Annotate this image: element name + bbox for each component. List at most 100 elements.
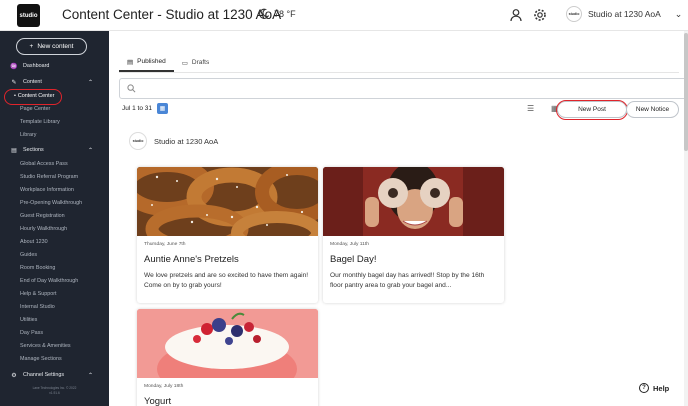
user-icon[interactable] — [509, 8, 523, 22]
sidebar-item-section[interactable]: Global Access Pass — [0, 158, 109, 170]
plus-icon: + — [29, 43, 34, 50]
sidebar-item-section[interactable]: Studio Referral Program — [0, 171, 109, 183]
chevron-up-icon: ⌃ — [87, 372, 93, 379]
pretzels-image — [137, 167, 318, 236]
sidebar-item-section[interactable]: Workplace Information — [0, 184, 109, 196]
sidebar-item-label: Global Access Pass — [20, 161, 68, 167]
sidebar-item-section[interactable]: About 1230 — [0, 236, 109, 248]
post-title: Bagel Day! — [330, 254, 377, 265]
post-date: Monday, July 11th — [330, 242, 369, 247]
sidebar-item-section[interactable]: Guest Registration — [0, 210, 109, 222]
sidebar-section-sections[interactable]: ▤ Sections ⌃ — [0, 144, 109, 156]
sidebar-item-library[interactable]: Library — [0, 129, 109, 141]
copyright: Lane Technologies Inc. © 2022 v1.91.6 — [0, 386, 109, 395]
search-bar[interactable] — [119, 78, 688, 99]
sidebar-item-section[interactable]: Services & Amenities — [0, 340, 109, 352]
list-view-icon[interactable]: ☰ — [527, 104, 534, 113]
sidebar-item-label: Guest Registration — [20, 213, 65, 219]
date-range-text: Jul 1 to 31 — [122, 105, 152, 112]
chevron-up-icon: ⌃ — [87, 79, 93, 86]
moon-icon — [259, 8, 269, 19]
post-image — [137, 309, 318, 378]
sidebar-section-channel-settings[interactable]: ⚙ Channel Settings ⌃ — [0, 369, 109, 381]
post-image — [323, 167, 504, 236]
calendar-icon[interactable]: ▦ — [157, 103, 168, 114]
search-input[interactable] — [140, 85, 640, 92]
channel-name: Studio at 1230 AoA — [154, 136, 219, 146]
sidebar-item-section[interactable]: Pre-Opening Walkthrough — [0, 197, 109, 209]
post-excerpt: We love pretzels and are so excited to h… — [144, 272, 309, 289]
search-icon — [127, 84, 136, 93]
scrollbar-thumb[interactable] — [684, 33, 688, 151]
top-bar: studio Content Center - Studio at 1230 A… — [0, 0, 688, 31]
new-notice-button[interactable]: New Notice — [626, 101, 679, 118]
post-card[interactable]: Thursday, June 7th Auntie Anne's Pretzel… — [137, 167, 318, 303]
post-card[interactable]: Monday, July 18th Yogurt — [137, 309, 318, 406]
sidebar-item-label: Workplace Information — [20, 187, 74, 193]
sidebar-item-label: Page Center — [20, 106, 51, 112]
sidebar-item-template-library[interactable]: Template Library — [0, 116, 109, 128]
sidebar-section-content[interactable]: ✎ Content ⌃ — [0, 76, 109, 88]
tab-published[interactable]: ▤ Published — [119, 53, 174, 72]
sidebar-item-label: Services & Amenities — [20, 343, 71, 349]
post-title: Yogurt — [144, 396, 172, 406]
sidebar-item-section[interactable]: Day Pass — [0, 327, 109, 339]
channel-avatar: studio — [129, 132, 147, 150]
tab-divider — [119, 72, 679, 73]
post-card[interactable]: Monday, July 11th Bagel Day! Our monthly… — [323, 167, 504, 303]
sidebar-item-dashboard[interactable]: ♒ Dashboard — [0, 60, 109, 72]
sidebar-item-label: Help & Support — [20, 291, 57, 297]
dashboard-icon: ♒ — [10, 63, 18, 70]
sidebar-item-section[interactable]: Help & Support — [0, 288, 109, 300]
card-body: Thursday, June 7th Auntie Anne's Pretzel… — [137, 236, 318, 297]
sidebar-item-section[interactable]: Utilities — [0, 314, 109, 326]
tab-label: Published — [137, 58, 166, 65]
help-label: Help — [653, 383, 670, 393]
sidebar-item-label: Room Booking — [20, 265, 56, 271]
chevron-down-icon: ⌄ — [674, 8, 683, 19]
highlight-annotation — [4, 89, 62, 105]
new-post-button[interactable]: New Post — [557, 101, 627, 118]
sidebar-item-section[interactable]: Hourly Walkthrough — [0, 223, 109, 235]
weather-widget: 78 °F — [258, 8, 296, 19]
sidebar-item-label: Library — [20, 132, 37, 138]
channel-group-header: studio Studio at 1230 AoA — [129, 132, 218, 150]
version-text: v1.91.6 — [49, 390, 60, 395]
yogurt-image — [137, 309, 318, 378]
post-date: Monday, July 18th — [144, 384, 184, 389]
sidebar-item-label: Internal Studio — [20, 304, 55, 310]
sidebar-item-manage-sections[interactable]: Manage Sections — [0, 353, 109, 365]
sidebar-item-label: Utilities — [20, 317, 38, 323]
edit-icon: ✎ — [11, 79, 17, 86]
temperature: 78 °F — [274, 8, 296, 19]
sidebar-item-section[interactable]: Guides — [0, 249, 109, 261]
sidebar-item-label: Guides — [20, 252, 38, 258]
draft-icon: ▭ — [181, 59, 188, 67]
post-date: Thursday, June 7th — [144, 242, 186, 247]
sidebar-item-label: Manage Sections — [20, 356, 62, 362]
chevron-up-icon: ⌃ — [87, 147, 93, 154]
sidebar-item-label: Studio Referral Program — [20, 174, 79, 180]
sidebar-item-section[interactable]: End of Day Walkthrough — [0, 275, 109, 287]
sidebar-item-label: Content — [23, 79, 42, 85]
page-title: Content Center - Studio at 1230 AoA — [62, 7, 282, 22]
tab-drafts[interactable]: ▭ Drafts — [174, 53, 218, 72]
gear-icon[interactable] — [533, 8, 547, 22]
sidebar-item-section[interactable]: Internal Studio — [0, 301, 109, 313]
gear-icon: ⚙ — [11, 372, 17, 379]
sidebar-item-label: Dashboard — [23, 63, 50, 69]
new-content-button[interactable]: + New content — [16, 38, 87, 55]
date-range: Jul 1 to 31 ▦ — [122, 103, 168, 114]
book-icon: ▤ — [11, 147, 17, 154]
sidebar: + New content ♒ Dashboard ✎ Content ⌃ • … — [0, 31, 109, 406]
tab-bar: ▤ Published ▭ Drafts — [119, 53, 217, 72]
account-avatar: studio — [566, 6, 582, 22]
sidebar-item-label: Hourly Walkthrough — [20, 226, 68, 232]
help-button[interactable]: ? Help — [639, 383, 669, 393]
card-body: Monday, July 18th Yogurt — [137, 378, 318, 406]
sidebar-item-label: Sections — [23, 147, 44, 153]
studio-logo[interactable]: studio — [17, 4, 40, 27]
sidebar-item-label: About 1230 — [20, 239, 48, 245]
account-switcher[interactable]: studio Studio at 1230 AoA ⌄ — [566, 6, 682, 22]
sidebar-item-section[interactable]: Room Booking — [0, 262, 109, 274]
